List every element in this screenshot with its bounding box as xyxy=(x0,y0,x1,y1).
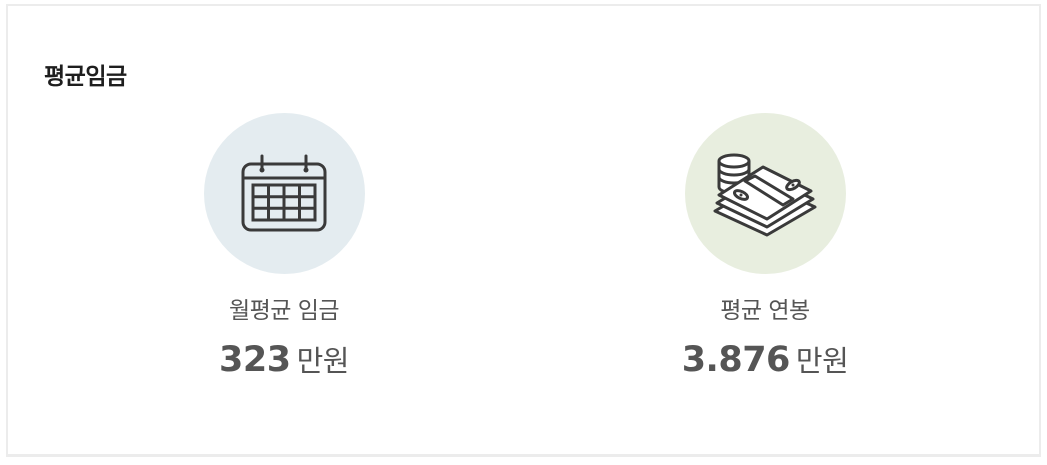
annual-salary-label: 평균 연봉 xyxy=(720,298,810,324)
annual-salary-unit: 만원 xyxy=(795,344,849,378)
monthly-wage-number: 323 xyxy=(219,340,291,380)
section-title: 평균임금 xyxy=(44,64,127,90)
money-stack-icon xyxy=(713,153,817,236)
annual-salary-value: 3.876 만원 xyxy=(615,338,915,388)
monthly-wage-label: 월평균 임금 xyxy=(228,298,340,324)
calendar-icon-circle xyxy=(203,113,365,274)
calendar-icon xyxy=(241,154,327,231)
monthly-wage-unit: 만원 xyxy=(296,344,350,378)
annual-salary-number: 3.876 xyxy=(681,340,791,380)
monthly-wage-value: 323 만원 xyxy=(134,338,434,388)
average-wage-card: 평균임금 월평균 임금 323 만원 평균 연봉 3.876 만원 xyxy=(6,4,1041,457)
annual-salary-stat: 평균 연봉 3.876 만원 xyxy=(615,113,915,388)
monthly-wage-stat: 월평균 임금 323 만원 xyxy=(134,113,434,388)
money-icon-circle xyxy=(684,113,846,274)
